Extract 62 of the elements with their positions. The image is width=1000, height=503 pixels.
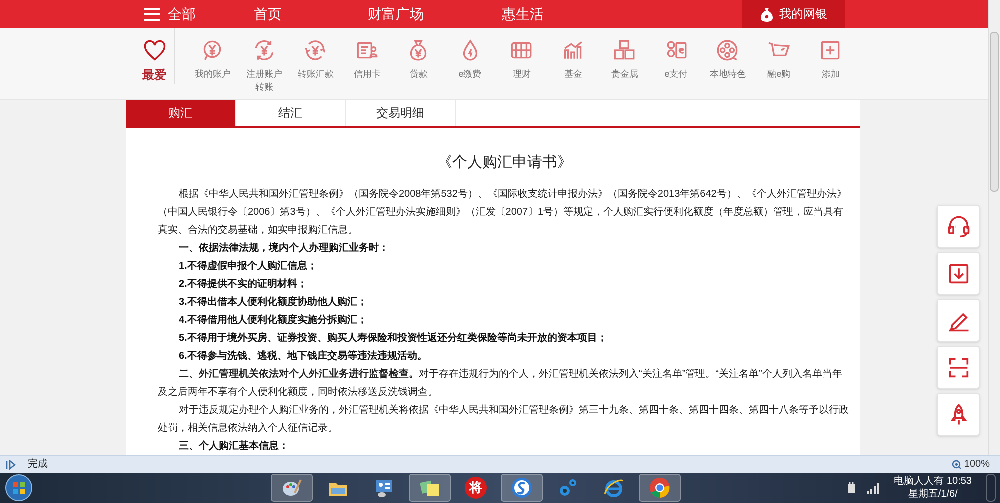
menu-icon [144, 8, 160, 20]
remote-desktop-icon [373, 477, 395, 499]
side-button[interactable] [937, 393, 980, 436]
shortcut-button[interactable]: 理财 [496, 28, 548, 81]
document-title: 《个人购汇申请书》 [436, 154, 574, 172]
shortcut-button[interactable]: 贷款 [393, 28, 444, 81]
zoom-button[interactable]: 100% [952, 457, 990, 472]
shortcut-button[interactable]: 添加 [805, 28, 856, 81]
nav-link[interactable]: 首页 [254, 4, 282, 24]
shortcut-button[interactable]: 转账汇款 [290, 28, 342, 81]
tab[interactable]: 购汇 [126, 100, 236, 126]
shortcut-button[interactable]: 信用卡 [342, 28, 393, 81]
nav-link[interactable]: 惠生活 [502, 4, 544, 24]
nav-link[interactable]: 财富广场 [368, 4, 424, 24]
shortcut-button[interactable]: 基金 [548, 28, 599, 81]
paragraph: 三、个人购汇基本信息： [178, 440, 290, 454]
taskbar-app[interactable] [639, 474, 681, 502]
paragraph: 2.不得提供不实的证明材料； [178, 277, 308, 292]
shortcut-button[interactable]: 融e购 [754, 28, 805, 81]
paragraph: 6.不得参与洗钱、逃税、地下钱庄交易等违法违规活动。 [178, 349, 428, 364]
paragraph: 1.不得虚假申报个人购汇信息； [178, 260, 318, 274]
side-button[interactable] [937, 252, 980, 295]
paragraph: 4.不得借用他人便利化额度实施分拆购汇； [178, 313, 368, 328]
paragraph: 3.不得出借本人便利化额度协助他人购汇； [178, 295, 368, 310]
menu-button[interactable]: 全部 [144, 4, 196, 24]
shortcut-button[interactable]: 我的账户 [187, 28, 238, 81]
start-button[interactable] [4, 474, 34, 502]
paragraph: 5.不得用于境外买房、证券投资、购买人寿保险和投资性返还分红类保险等尚未开放的资本项目； [178, 331, 608, 346]
side-button[interactable] [937, 346, 980, 389]
paragraph: 根据《中华人民共和国外汇管理条例》（国务院令2008年第532号）、《国际收支统计申报办法》（国务院令2013年第642号）、《个人外汇管理办法》（中国人民银行令〔2006〕第3号）、《个人外汇管理办法实施细则》（汇发〔2007〕1号）等规定，个人购汇实行便利化额度（年度总额）管理，应当具有真实、合法的交易基础，如实申报购汇信息。 [158, 188, 848, 238]
shortcut-button[interactable]: 贵金属 [599, 28, 650, 81]
side-button[interactable] [937, 205, 980, 248]
headset-icon [946, 214, 972, 240]
side-button[interactable] [937, 299, 980, 342]
palette-icon [281, 477, 303, 499]
taskbar-app[interactable] [409, 474, 451, 502]
shortcut-button[interactable]: 注册账户转账 [238, 28, 290, 94]
scrollbar[interactable] [988, 0, 1000, 455]
s-circle-icon [511, 477, 533, 499]
status-text: 完成 [28, 458, 48, 472]
gears-icon [557, 477, 579, 499]
panel-toggle-icon[interactable] [6, 460, 16, 470]
browser-e-icon [603, 477, 625, 499]
paragraph: 二、外汇管理机关依法对个人外汇业务进行监督检查。对于存在违规行为的个人，外汇管理机关依法列入“关注名单”管理。“关注名单”个人列入名单当年及之后两年不享有个人便利化额度，同时依法移送反洗钱调查。 [158, 368, 844, 400]
app-badge-icon: 将 [465, 477, 487, 499]
signal-icon[interactable] [866, 482, 880, 494]
zoom-in-icon [952, 460, 962, 470]
chrome-icon [649, 477, 671, 499]
shortcut-button[interactable]: e支付 [650, 28, 702, 81]
shortcut-button[interactable]: e缴费 [444, 28, 496, 81]
paragraph: 一、依据法律法规，境内个人办理购汇业务时： [178, 241, 390, 256]
account-button[interactable]: 我的网银 [742, 0, 845, 28]
clock[interactable]: 电脑人人有 10:53 星期五/1/6/ [894, 475, 972, 501]
favorites-button[interactable]: 最爱 [135, 28, 175, 84]
paragraph: 对于违反规定办理个人购汇业务的，外汇管理机关将依据《中华人民共和国外汇管理条例》第三十九条、第四十条、第四十四条、第四十八条等予以行政处罚，相关信息依法纳入个人征信记录。 [158, 404, 850, 436]
taskbar-app[interactable]: 将 [455, 474, 497, 502]
yen-arrows-icon [303, 38, 328, 63]
show-desktop-button[interactable] [986, 474, 996, 502]
film-reel-icon [715, 38, 740, 63]
money-bag-icon [760, 6, 774, 22]
taskbar-app[interactable] [501, 474, 543, 502]
shortcut-button[interactable]: 本地特色 [702, 28, 754, 81]
